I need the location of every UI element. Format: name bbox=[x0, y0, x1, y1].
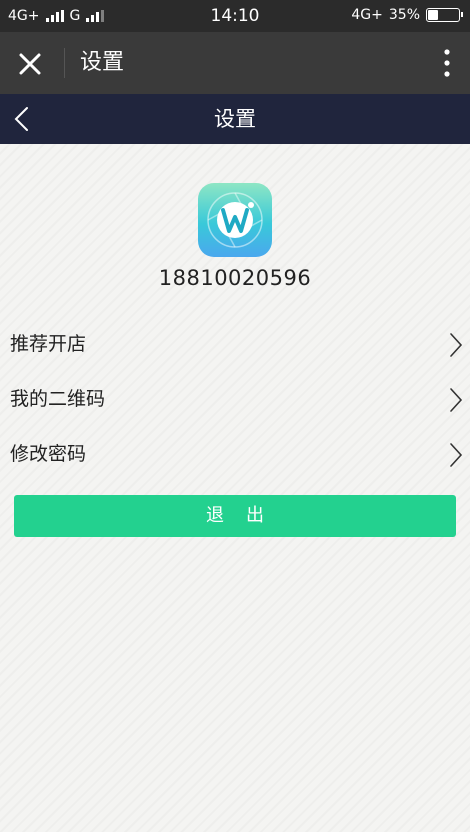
menu-item-my-qrcode[interactable]: 我的二维码 bbox=[0, 372, 470, 427]
status-bar: 4G+ G 14:10 4G+ 35% bbox=[0, 0, 470, 32]
battery-fill bbox=[428, 10, 438, 20]
app-bar-divider bbox=[64, 48, 65, 78]
logout-button[interactable]: 退出 bbox=[14, 495, 456, 537]
menu-item-label: 我的二维码 bbox=[10, 388, 106, 410]
menu-item-recommend-store[interactable]: 推荐开店 bbox=[0, 317, 470, 372]
network-label-right: 4G+ bbox=[351, 7, 383, 23]
menu-item-label: 修改密码 bbox=[10, 443, 87, 465]
menu-item-label: 推荐开店 bbox=[10, 333, 87, 355]
settings-menu: 推荐开店 我的二维码 修改密码 bbox=[0, 317, 470, 482]
app-bar-title: 设置 bbox=[80, 50, 125, 75]
more-vertical-icon[interactable] bbox=[442, 48, 452, 78]
settings-content: 18810020596 推荐开店 我的二维码 修改密码 退出 bbox=[0, 144, 470, 832]
battery-icon bbox=[426, 8, 463, 22]
nav-bar: 设置 bbox=[0, 94, 470, 144]
menu-item-change-password[interactable]: 修改密码 bbox=[0, 427, 470, 482]
chevron-right-icon bbox=[450, 443, 463, 467]
chevron-right-icon bbox=[450, 388, 463, 412]
app-bar: 设置 bbox=[0, 32, 470, 94]
battery-percent: 35% bbox=[388, 7, 420, 23]
chevron-right-icon bbox=[450, 333, 463, 357]
status-right: 4G+ 35% bbox=[351, 7, 463, 23]
page-title: 设置 bbox=[214, 107, 256, 131]
account-phone: 18810020596 bbox=[158, 266, 312, 290]
close-icon[interactable] bbox=[14, 48, 46, 80]
app-logo-icon bbox=[198, 183, 272, 257]
